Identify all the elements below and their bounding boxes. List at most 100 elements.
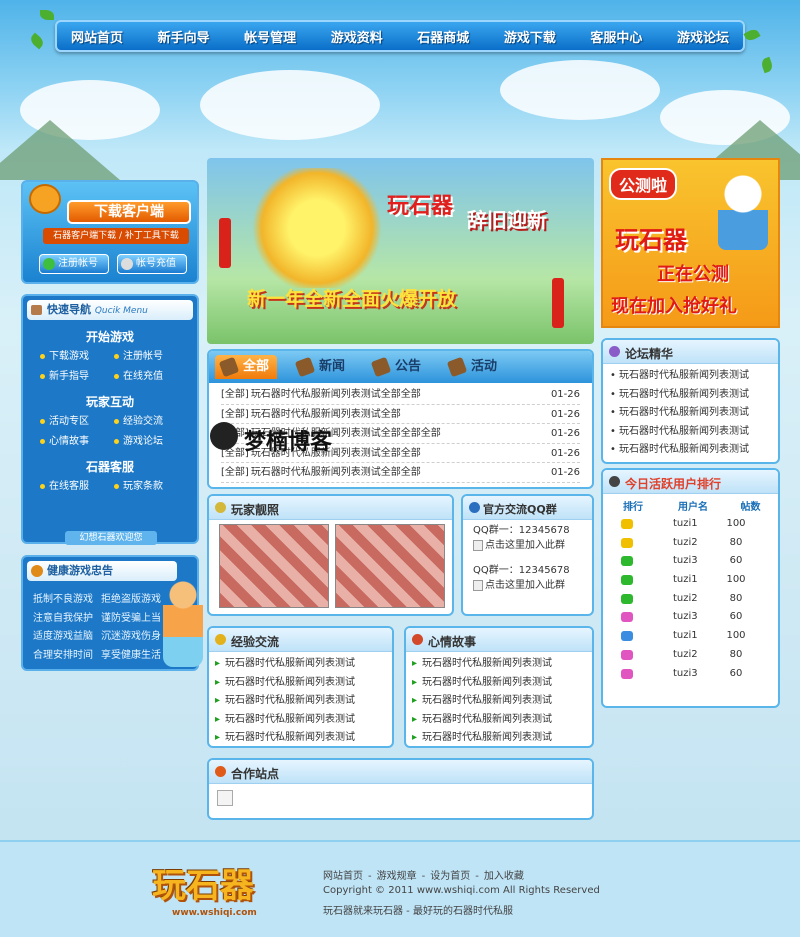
nav-item[interactable]: 网站首页 xyxy=(71,27,123,46)
download-subtitle[interactable]: 石器客户端下载 / 补丁工具下载 xyxy=(43,228,189,244)
nav-item[interactable]: 新手向导 xyxy=(158,27,210,46)
qq-join-link[interactable]: 点击这里加入此群 xyxy=(473,538,582,553)
ranking-row[interactable]: tuzi1 100 xyxy=(603,571,778,590)
list-item[interactable]: 玩石器时代私服新闻列表测试 xyxy=(406,692,592,711)
player-photos-box: 玩家靓照 xyxy=(207,494,454,616)
nav-item[interactable]: 游戏资料 xyxy=(331,27,383,46)
list-item[interactable]: 玩石器时代私服新闻列表测试 xyxy=(406,711,592,730)
nav-item[interactable]: 石器商城 xyxy=(417,27,469,46)
bullet-icon xyxy=(114,439,119,444)
quick-menu-link[interactable]: 游戏论坛 xyxy=(114,433,197,450)
quick-section-heading: 石器客服 xyxy=(85,460,134,474)
ranking-row[interactable]: tuzi1 100 xyxy=(603,627,778,646)
footer-link[interactable]: 加入收藏 xyxy=(484,871,524,882)
news-tab[interactable]: 新闻 xyxy=(291,355,353,379)
promo-banner[interactable]: 公测啦 玩石器 正在公测 现在加入抢好礼 xyxy=(601,158,780,328)
main-banner[interactable]: 玩石器 辞旧迎新 新一年全新全面火爆开放 xyxy=(207,158,594,344)
quick-menu-link[interactable]: 新手指导 xyxy=(40,368,123,385)
rank-badge-icon xyxy=(621,519,633,529)
rank-username: tuzi3 xyxy=(673,667,698,679)
health-line: 合理安排时间 享受健康生活 xyxy=(33,647,161,666)
footer-link[interactable]: 网站首页 xyxy=(323,871,363,882)
quick-menu-link[interactable]: 玩家条款 xyxy=(114,478,197,495)
list-item[interactable]: 玩石器时代私服新闻列表测试 xyxy=(406,655,592,674)
quick-menu-sections: 开始游戏 下载游戏 注册帐号 新手指导 在线充值 玩家互动 活动专区 经验交流 心情故事 游戏论坛… xyxy=(23,324,197,495)
tab-icon xyxy=(370,356,392,378)
list-item[interactable]: 玩石器时代私服新闻列表测试 xyxy=(406,674,592,693)
news-item[interactable]: [全部] 玩石器时代私服新闻列表测试全部全部 01-26 xyxy=(221,385,580,405)
list-item[interactable]: 玩石器时代私服新闻列表测试 xyxy=(209,674,392,693)
quick-menu-link[interactable]: 下载游戏 xyxy=(40,348,123,365)
quick-menu-link[interactable]: 在线充值 xyxy=(114,368,197,385)
news-tab[interactable]: 活动 xyxy=(443,355,505,379)
list-item[interactable]: 玩石器时代私服新闻列表测试 xyxy=(603,441,778,460)
ranking-row[interactable]: tuzi3 60 xyxy=(603,552,778,571)
banner-slogan: 新一年全新全面火爆开放 xyxy=(247,288,457,310)
news-item[interactable]: [全部] 玩石器时代私服新闻列表测试全部 01-26 xyxy=(221,405,580,424)
news-tab[interactable]: 全部 xyxy=(215,355,278,379)
rank-username: tuzi1 xyxy=(673,574,698,586)
firecracker xyxy=(219,218,231,268)
quick-menu-link[interactable]: 注册帐号 xyxy=(114,348,197,365)
quick-menu-link[interactable]: 在线客服 xyxy=(40,478,123,495)
main-nav: 网站首页 新手向导 帐号管理 游戏资料 石器商城 游戏下载 客服中心 游戏论坛 xyxy=(55,20,745,52)
tab-icon xyxy=(218,356,240,378)
player-photo[interactable] xyxy=(335,524,445,608)
ranking-row[interactable]: tuzi2 80 xyxy=(603,590,778,609)
ranking-row[interactable]: tuzi3 60 xyxy=(603,608,778,627)
mascot-icon xyxy=(29,184,61,214)
quick-menu-link[interactable]: 经验交流 xyxy=(114,413,197,430)
health-phrase: 合理安排时间 xyxy=(33,649,93,661)
ranking-row[interactable]: tuzi1 100 xyxy=(603,515,778,534)
footer-link[interactable]: 设为首页 xyxy=(430,871,470,882)
list-item[interactable]: 玩石器时代私服新闻列表测试 xyxy=(603,423,778,442)
register-button[interactable]: 注册帐号 xyxy=(39,254,109,274)
footer-separator: - xyxy=(421,871,426,882)
partner-link-image[interactable] xyxy=(217,790,233,806)
news-tab[interactable]: 公告 xyxy=(367,355,429,379)
download-client-button[interactable]: 下载客户端 xyxy=(67,200,191,224)
recharge-button[interactable]: 帐号充值 xyxy=(117,254,187,274)
ranking-row[interactable]: tuzi3 60 xyxy=(603,665,778,684)
health-icon xyxy=(31,565,43,577)
vine-leaf xyxy=(40,10,54,20)
ranking-row[interactable]: tuzi2 80 xyxy=(603,646,778,665)
rank-username: tuzi3 xyxy=(673,555,698,567)
qq-title: 官方交流QQ群 xyxy=(483,503,557,516)
list-item[interactable]: 玩石器时代私服新闻列表测试 xyxy=(209,729,392,746)
list-item[interactable]: 玩石器时代私服新闻列表测试 xyxy=(603,386,778,405)
rank-username: tuzi2 xyxy=(673,592,698,604)
list-item[interactable]: 玩石器时代私服新闻列表测试 xyxy=(406,729,592,746)
quick-menu-title: 快速导航 xyxy=(47,303,91,316)
quick-menu-link[interactable]: 心情故事 xyxy=(40,433,123,450)
nav-item[interactable]: 游戏论坛 xyxy=(677,27,729,46)
list-item[interactable]: 玩石器时代私服新闻列表测试 xyxy=(603,367,778,386)
news-item[interactable]: [全部] 玩石器时代私服新闻列表测试全部全部 01-26 xyxy=(221,463,580,483)
news-item-text: [全部] 玩石器时代私服新闻列表测试全部全部 xyxy=(221,463,421,482)
qq-join-link[interactable]: 点击这里加入此群 xyxy=(473,578,582,593)
rank-badge-icon xyxy=(621,593,633,604)
nav-item[interactable]: 客服中心 xyxy=(590,27,642,46)
quick-menu-link[interactable]: 活动专区 xyxy=(40,413,123,430)
rank-cell xyxy=(603,590,653,609)
footer-link[interactable]: 游戏规章 xyxy=(377,871,417,882)
quick-menu-link-label: 玩家条款 xyxy=(123,481,163,492)
bullet-icon xyxy=(114,484,119,489)
list-item[interactable]: 玩石器时代私服新闻列表测试 xyxy=(209,711,392,730)
news-item-title: 玩石器时代私服新闻列表测试全部全部 xyxy=(250,467,421,478)
download-panel: 下载客户端 石器客户端下载 / 补丁工具下载 注册帐号 帐号充值 xyxy=(21,180,199,284)
player-photo[interactable] xyxy=(219,524,329,608)
monster-image xyxy=(247,168,387,288)
bullet-icon xyxy=(40,484,45,489)
nav-item[interactable]: 帐号管理 xyxy=(244,27,296,46)
ranking-row[interactable]: tuzi2 80 xyxy=(603,534,778,553)
list-item[interactable]: 玩石器时代私服新闻列表测试 xyxy=(603,404,778,423)
nav-item[interactable]: 游戏下载 xyxy=(504,27,556,46)
list-item[interactable]: 玩石器时代私服新闻列表测试 xyxy=(209,655,392,674)
welcome-badge: 幻想石器欢迎您 xyxy=(65,531,157,545)
list-item[interactable]: 玩石器时代私服新闻列表测试 xyxy=(209,692,392,711)
health-line: 抵制不良游戏 拒绝盗版游戏 xyxy=(33,591,161,610)
health-header: 健康游戏忠告 xyxy=(27,561,177,581)
forum-list: 玩石器时代私服新闻列表测试玩石器时代私服新闻列表测试玩石器时代私服新闻列表测试玩… xyxy=(603,364,778,460)
rank-cell xyxy=(603,627,653,646)
